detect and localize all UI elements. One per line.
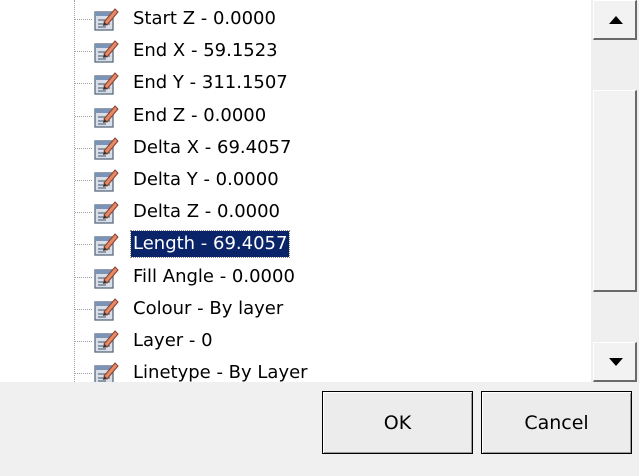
tree-item[interactable]: Colour - By layer [0,293,600,325]
vertical-scrollbar[interactable] [591,0,639,382]
tree-item-label: Length - 69.4057 [129,230,291,259]
tree-item[interactable]: End Z - 0.0000 [0,100,600,132]
property-edit-icon [94,330,119,353]
tree-item-label: End Z - 0.0000 [133,104,267,126]
tree-connector [75,341,92,342]
tree-item-label: Delta Z - 0.0000 [133,201,280,223]
cancel-button[interactable]: Cancel [481,391,632,454]
tree-item[interactable]: End X - 59.1523 [0,35,600,67]
property-edit-icon [94,72,119,96]
property-edit-icon [94,201,119,224]
property-edit-icon [94,169,119,192]
tree-connector [75,83,92,85]
property-edit-icon [94,8,119,31]
tree-item-label: Fill Angle - 0.0000 [133,265,295,287]
tree-connector [75,180,92,181]
tree-item[interactable]: Start Z - 0.0000 [0,3,600,35]
tree-item-label: Layer - 0 [133,330,213,351]
tree-item[interactable]: End Y - 311.1507 [0,67,600,99]
tree-item[interactable]: Delta Z - 0.0000 [0,196,600,228]
tree-connector [75,308,92,310]
tree-connector [75,115,92,117]
tree-item-label: Delta X - 69.4057 [133,136,292,158]
tree-item-label: Start Z - 0.0000 [133,8,276,29]
arrow-up-icon [609,16,623,24]
tree-connector [75,373,92,375]
tree-item-label: End Y - 311.1507 [133,72,288,94]
property-edit-icon [94,137,119,160]
property-edit-icon [94,104,119,128]
tree-connector [75,212,92,214]
tree-item[interactable]: Layer - 0 [0,325,600,357]
scroll-down-button[interactable] [593,342,637,382]
property-edit-icon [94,233,119,257]
tree-item[interactable]: Delta X - 69.4057 [0,132,600,164]
tree-connector [75,244,92,246]
property-tree[interactable]: Start Z - 0.0000 End X - 59.1523 End Y - 3… [0,0,639,382]
property-edit-icon [94,298,119,321]
tree-item[interactable]: Length - 69.4057 [0,228,600,260]
tree-connector [75,147,92,149]
tree-item-label: Linetype - By Layer [133,362,308,382]
tree-connector [75,19,92,20]
property-edit-icon [94,40,119,63]
tree-item[interactable]: Linetype - By Layer [0,357,600,382]
tree-item[interactable]: Fill Angle - 0.0000 [0,261,600,293]
tree-connector [75,276,92,278]
arrow-down-icon [609,358,623,366]
ok-button[interactable]: OK [322,391,473,454]
tree-item[interactable]: Delta Y - 0.0000 [0,164,600,196]
tree-item-label: Colour - By layer [133,297,284,319]
property-edit-icon [94,362,119,382]
tree-connector [75,51,92,53]
scroll-up-button[interactable] [593,0,637,40]
scroll-thumb[interactable] [593,90,637,292]
property-edit-icon [94,265,119,289]
tree-item-label: End X - 59.1523 [133,40,278,62]
tree-item-label: Delta Y - 0.0000 [133,169,279,190]
